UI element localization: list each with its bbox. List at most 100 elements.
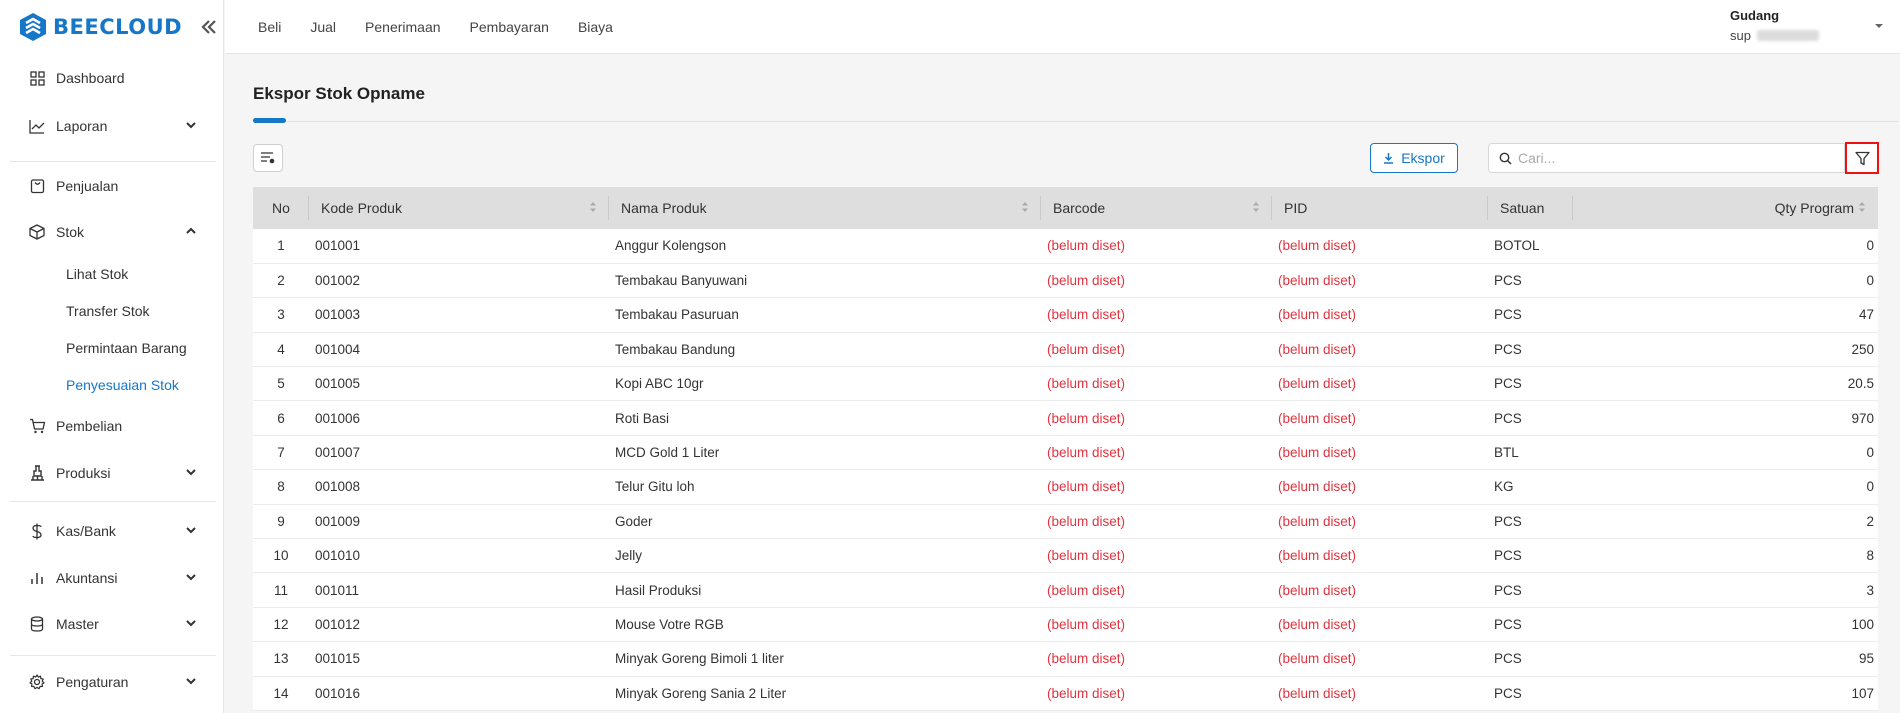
header-no: No xyxy=(253,187,309,229)
cell-satuan: PCS xyxy=(1488,607,1573,643)
cell-nama-produk: Tembakau Banyuwani xyxy=(609,263,1041,299)
export-button-label: Ekspor xyxy=(1401,150,1445,166)
header-barcode[interactable]: Barcode xyxy=(1041,187,1272,229)
table-row[interactable]: 2 001002 Tembakau Banyuwani (belum diset) (b… xyxy=(253,263,1878,299)
cell-qty-program: 47 xyxy=(1573,297,1878,333)
brand: BEECLOUD xyxy=(0,0,223,54)
sidebar-item-dashboard[interactable]: Dashboard xyxy=(0,58,224,98)
cell-qty-program: 3 xyxy=(1573,572,1878,608)
topnav-pembayaran[interactable]: Pembayaran xyxy=(470,19,549,35)
sidebar-item-produksi[interactable]: Produksi xyxy=(0,453,224,493)
cell-pid: (belum diset) xyxy=(1272,435,1488,471)
main-content: Ekspor Stok Opname Ekspor Cari... No Kod… xyxy=(225,55,1900,713)
sidebar-item-master[interactable]: Master xyxy=(0,604,224,644)
table-row[interactable]: 6 001006 Roti Basi (belum diset) (belum dise… xyxy=(253,400,1878,436)
cell-pid: (belum diset) xyxy=(1272,263,1488,299)
chart-line-icon xyxy=(28,117,46,135)
cart-icon xyxy=(28,417,46,435)
sidebar-item-kas-bank[interactable]: Kas/Bank xyxy=(0,511,224,551)
cell-qty-program: 8 xyxy=(1573,538,1878,574)
sidebar-item-penjualan[interactable]: Penjualan xyxy=(0,166,224,206)
topnav-biaya[interactable]: Biaya xyxy=(578,19,613,35)
table-row[interactable]: 8 001008 Telur Gitu loh (belum diset) (belum… xyxy=(253,469,1878,505)
sidebar-item-label: Dashboard xyxy=(56,70,125,86)
table-row[interactable]: 7 001007 MCD Gold 1 Liter (belum diset) (bel… xyxy=(253,435,1878,471)
cell-nama-produk: Jelly xyxy=(609,538,1041,574)
cell-no: 12 xyxy=(253,607,309,643)
sidebar-subitem-permintaan-barang[interactable]: Permintaan Barang xyxy=(0,331,224,365)
cell-pid: (belum diset) xyxy=(1272,366,1488,402)
sidebar-item-pengaturan[interactable]: Pengaturan xyxy=(0,662,224,702)
export-button[interactable]: Ekspor xyxy=(1370,143,1458,173)
cell-nama-produk: Minyak Goreng Bimoli 1 liter xyxy=(609,641,1041,677)
table-row[interactable]: 12 001012 Mouse Votre RGB (belum diset) (bel… xyxy=(253,607,1878,643)
header-pid: PID xyxy=(1272,187,1488,229)
cell-pid: (belum diset) xyxy=(1272,676,1488,711)
cell-no: 3 xyxy=(253,297,309,333)
cell-pid: (belum diset) xyxy=(1272,641,1488,677)
table-row[interactable]: 10 001010 Jelly (belum diset) (belum diset) P… xyxy=(253,538,1878,574)
header-label: Barcode xyxy=(1053,200,1106,216)
sidebar-item-pembelian[interactable]: Pembelian xyxy=(0,406,224,446)
cell-nama-produk: Anggur Kolengson xyxy=(609,229,1041,264)
search-input[interactable] xyxy=(1518,150,1818,166)
beecloud-logo-icon xyxy=(20,13,46,41)
sidebar-subitem-penyesuaian-stok[interactable]: Penyesuaian Stok xyxy=(0,368,224,402)
header-label: No xyxy=(272,200,290,216)
table-row[interactable]: 1 001001 Anggur Kolengson (belum diset) (bel… xyxy=(253,229,1878,264)
header-qty-program[interactable]: Qty Program xyxy=(1573,187,1878,229)
cell-barcode: (belum diset) xyxy=(1041,538,1272,574)
topnav-beli[interactable]: Beli xyxy=(258,19,281,35)
table-row[interactable]: 13 001015 Minyak Goreng Bimoli 1 liter (bel… xyxy=(253,641,1878,677)
topnav-penerimaan[interactable]: Penerimaan xyxy=(365,19,441,35)
cell-satuan: PCS xyxy=(1488,538,1573,574)
table-header-row: No Kode Produk Nama Produk Barcode PID S… xyxy=(253,187,1878,229)
cell-qty-program: 100 xyxy=(1573,607,1878,643)
title-accent-bar xyxy=(253,118,286,123)
cell-barcode: (belum diset) xyxy=(1041,607,1272,643)
table-row[interactable]: 4 001004 Tembakau Bandung (belum diset) (bel… xyxy=(253,332,1878,368)
title-underline xyxy=(253,121,1898,122)
cell-nama-produk: Tembakau Bandung xyxy=(609,332,1041,368)
header-kode-produk[interactable]: Kode Produk xyxy=(309,187,609,229)
cell-qty-program: 2 xyxy=(1573,504,1878,540)
table-row[interactable]: 5 001005 Kopi ABC 10gr (belum diset) (belum … xyxy=(253,366,1878,402)
sidebar-item-stok[interactable]: Stok xyxy=(0,212,224,252)
table-row[interactable]: 14 001016 Minyak Goreng Sania 2 Liter (belu… xyxy=(253,676,1878,711)
cell-no: 4 xyxy=(253,332,309,368)
cell-pid: (belum diset) xyxy=(1272,332,1488,368)
sidebar: BEECLOUD Dashboard Laporan Penjualan Sto… xyxy=(0,0,224,713)
cell-barcode: (belum diset) xyxy=(1041,229,1272,264)
cell-barcode: (belum diset) xyxy=(1041,435,1272,471)
cell-barcode: (belum diset) xyxy=(1041,504,1272,540)
user-name: sup xyxy=(1730,28,1751,43)
collapse-sidebar-button[interactable] xyxy=(198,16,220,38)
filter-button[interactable] xyxy=(1845,142,1879,174)
cell-kode-produk: 001009 xyxy=(309,504,609,540)
table-row[interactable]: 3 001003 Tembakau Pasuruan (belum diset) (be… xyxy=(253,297,1878,333)
cell-kode-produk: 001011 xyxy=(309,572,609,608)
column-settings-button[interactable] xyxy=(253,144,283,172)
cell-kode-produk: 001015 xyxy=(309,641,609,677)
user-menu[interactable]: Gudang sup xyxy=(1730,8,1883,48)
redacted-name xyxy=(1756,30,1819,41)
header-nama-produk[interactable]: Nama Produk xyxy=(609,187,1041,229)
cell-barcode: (belum diset) xyxy=(1041,676,1272,711)
topnav-jual[interactable]: Jual xyxy=(310,19,336,35)
table-body: 1 001001 Anggur Kolengson (belum diset) (bel… xyxy=(253,229,1878,711)
sidebar-item-akuntansi[interactable]: Akuntansi xyxy=(0,558,224,598)
grid-icon xyxy=(28,69,46,87)
caret-down-icon xyxy=(1875,24,1883,28)
sidebar-subitem-lihat-stok[interactable]: Lihat Stok xyxy=(0,257,224,291)
table-row[interactable]: 11 001011 Hasil Produksi (belum diset) (belu… xyxy=(253,572,1878,608)
cell-barcode: (belum diset) xyxy=(1041,332,1272,368)
sidebar-item-label: Pengaturan xyxy=(56,674,129,690)
sidebar-item-laporan[interactable]: Laporan xyxy=(0,106,224,146)
table-row[interactable]: 9 001009 Goder (belum diset) (belum diset) PC… xyxy=(253,504,1878,540)
cell-satuan: PCS xyxy=(1488,572,1573,608)
cell-nama-produk: Roti Basi xyxy=(609,400,1041,436)
sidebar-item-label: Produksi xyxy=(56,465,111,481)
database-icon xyxy=(28,615,46,633)
sidebar-subitem-transfer-stok[interactable]: Transfer Stok xyxy=(0,294,224,328)
cell-qty-program: 0 xyxy=(1573,469,1878,505)
